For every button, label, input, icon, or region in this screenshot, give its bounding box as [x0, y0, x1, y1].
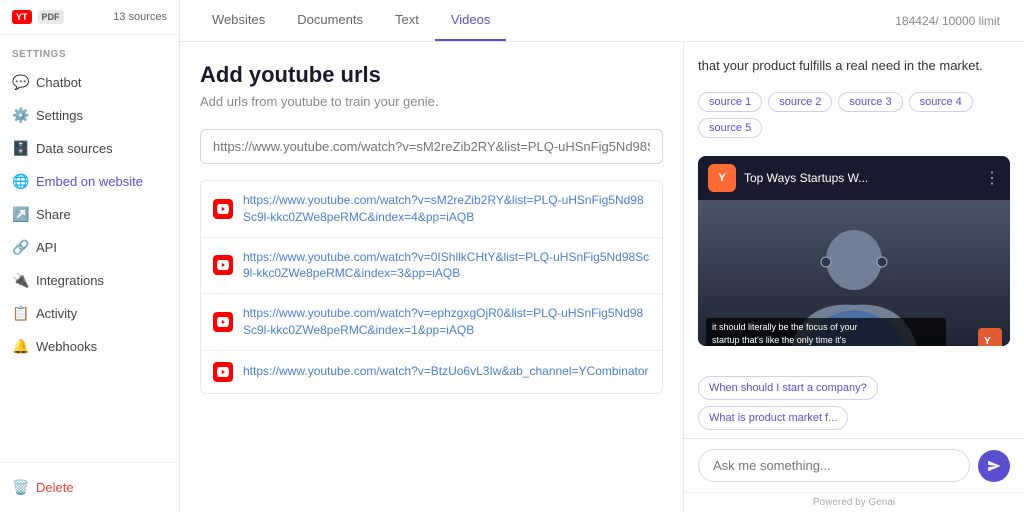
chat-message: that your product fulfills a real need i… — [698, 56, 1010, 76]
svg-text:it should literally be the foc: it should literally be the focus of your — [712, 322, 858, 332]
svg-text:Y: Y — [984, 336, 991, 347]
sidebar-item-label: Activity — [36, 306, 77, 321]
suggestion-chips: When should I start a company? What is p… — [684, 368, 1024, 438]
sidebar-item-label: API — [36, 240, 57, 255]
logo-pdf: PDF — [38, 10, 64, 24]
source-tag-2[interactable]: source 2 — [768, 92, 832, 112]
sidebar-item-webhooks[interactable]: 🔔 Webhooks — [0, 330, 179, 363]
sidebar-item-chatbot[interactable]: 💬 Chatbot — [0, 66, 179, 99]
send-button[interactable] — [978, 450, 1010, 482]
chat-footer: Powered by Genai — [684, 492, 1024, 512]
video-header: Y Top Ways Startups W... ⋮ — [698, 156, 1010, 200]
url-input[interactable] — [200, 129, 663, 164]
sidebar-item-label: Data sources — [36, 141, 113, 156]
video-yt-icon: Y — [708, 164, 736, 192]
list-item: https://www.youtube.com/watch?v=0IShllkC… — [201, 238, 662, 295]
tab-videos[interactable]: Videos — [435, 0, 507, 41]
usage-limit: 184424/ 10000 limit — [887, 14, 1008, 28]
sidebar-item-share[interactable]: ↗️ Share — [0, 198, 179, 231]
youtube-icon — [213, 199, 233, 219]
main-panel: Websites Documents Text Videos 184424/ 1… — [180, 0, 1024, 512]
sidebar-header: YT PDF 13 sources — [0, 0, 179, 35]
sidebar-item-settings[interactable]: ⚙️ Settings — [0, 99, 179, 132]
video-frame: it should literally be the focus of your… — [698, 200, 1010, 347]
chat-panel: that your product fulfills a real need i… — [684, 42, 1024, 512]
video-more-button[interactable]: ⋮ — [984, 168, 1000, 188]
left-panel: Add youtube urls Add urls from youtube t… — [180, 42, 684, 512]
share-icon: ↗️ — [12, 206, 28, 223]
sidebar-item-label: Embed on website — [36, 174, 143, 189]
chat-input-area — [684, 438, 1024, 492]
list-item: https://www.youtube.com/watch?v=sM2reZib… — [201, 181, 662, 238]
url-link-2[interactable]: https://www.youtube.com/watch?v=0IShllkC… — [243, 249, 650, 283]
logo-youtube: YT — [12, 10, 32, 24]
video-embed: Y Top Ways Startups W... ⋮ — [698, 156, 1010, 347]
video-title-row: Y Top Ways Startups W... — [708, 164, 868, 192]
url-link-3[interactable]: https://www.youtube.com/watch?v=ephzgxgO… — [243, 305, 650, 339]
tab-documents[interactable]: Documents — [281, 0, 379, 41]
database-icon: 🗄️ — [12, 140, 28, 157]
page-subtitle: Add urls from youtube to train your geni… — [200, 94, 663, 109]
chat-input[interactable] — [698, 449, 970, 482]
source-tag-4[interactable]: source 4 — [909, 92, 973, 112]
youtube-icon — [213, 312, 233, 332]
sidebar-item-label: Settings — [36, 108, 83, 123]
delete-label: Delete — [36, 480, 74, 495]
tab-text[interactable]: Text — [379, 0, 435, 41]
source-tag-1[interactable]: source 1 — [698, 92, 762, 112]
chat-messages: that your product fulfills a real need i… — [684, 42, 1024, 368]
youtube-icon — [213, 362, 233, 382]
video-title: Top Ways Startups W... — [744, 171, 868, 185]
svg-text:startup that's like the only t: startup that's like the only time it's — [712, 335, 846, 345]
list-item: https://www.youtube.com/watch?v=ephzgxgO… — [201, 294, 662, 351]
sidebar-item-label: Integrations — [36, 273, 104, 288]
url-input-container — [200, 129, 663, 164]
embed-icon: 🌐 — [12, 173, 28, 190]
chatbot-icon: 💬 — [12, 74, 28, 91]
sidebar-item-label: Webhooks — [36, 339, 97, 354]
content-area: Add youtube urls Add urls from youtube t… — [180, 42, 1024, 512]
source-tag-5[interactable]: source 5 — [698, 118, 762, 138]
gear-icon: ⚙️ — [12, 107, 28, 124]
sidebar-item-embed[interactable]: 🌐 Embed on website — [0, 165, 179, 198]
tabs: Websites Documents Text Videos — [196, 0, 506, 41]
source-tags: source 1 source 2 source 3 source 4 sour… — [698, 92, 1010, 138]
youtube-icon — [213, 255, 233, 275]
delete-icon: 🗑️ — [12, 479, 28, 496]
sidebar-logo: YT PDF — [12, 10, 64, 24]
settings-section-label: SETTINGS — [0, 35, 179, 66]
suggestion-chip-1[interactable]: When should I start a company? — [698, 376, 878, 400]
api-icon: 🔗 — [12, 239, 28, 256]
sidebar-item-activity[interactable]: 📋 Activity — [0, 297, 179, 330]
sidebar-item-label: Chatbot — [36, 75, 82, 90]
sidebar-item-label: Share — [36, 207, 71, 222]
webhooks-icon: 🔔 — [12, 338, 28, 355]
url-list: https://www.youtube.com/watch?v=sM2reZib… — [200, 180, 663, 394]
sidebar-item-data-sources[interactable]: 🗄️ Data sources — [0, 132, 179, 165]
url-link-4[interactable]: https://www.youtube.com/watch?v=BtzUo6vL… — [243, 363, 649, 380]
video-thumbnail[interactable]: it should literally be the focus of your… — [698, 200, 1010, 347]
sidebar-item-integrations[interactable]: 🔌 Integrations — [0, 264, 179, 297]
activity-icon: 📋 — [12, 305, 28, 322]
suggestion-chip-2[interactable]: What is product market f... — [698, 406, 848, 430]
send-icon — [987, 459, 1001, 473]
sidebar-item-api[interactable]: 🔗 API — [0, 231, 179, 264]
url-link-1[interactable]: https://www.youtube.com/watch?v=sM2reZib… — [243, 192, 650, 226]
integrations-icon: 🔌 — [12, 272, 28, 289]
page-title: Add youtube urls — [200, 62, 663, 88]
tabs-bar: Websites Documents Text Videos 184424/ 1… — [180, 0, 1024, 42]
sidebar: YT PDF 13 sources SETTINGS 💬 Chatbot ⚙️ … — [0, 0, 180, 512]
source-tag-3[interactable]: source 3 — [838, 92, 902, 112]
list-item: https://www.youtube.com/watch?v=BtzUo6vL… — [201, 351, 662, 393]
sidebar-item-delete[interactable]: 🗑️ Delete — [0, 471, 179, 504]
tab-websites[interactable]: Websites — [196, 0, 281, 41]
sources-count: 13 sources — [113, 11, 167, 23]
